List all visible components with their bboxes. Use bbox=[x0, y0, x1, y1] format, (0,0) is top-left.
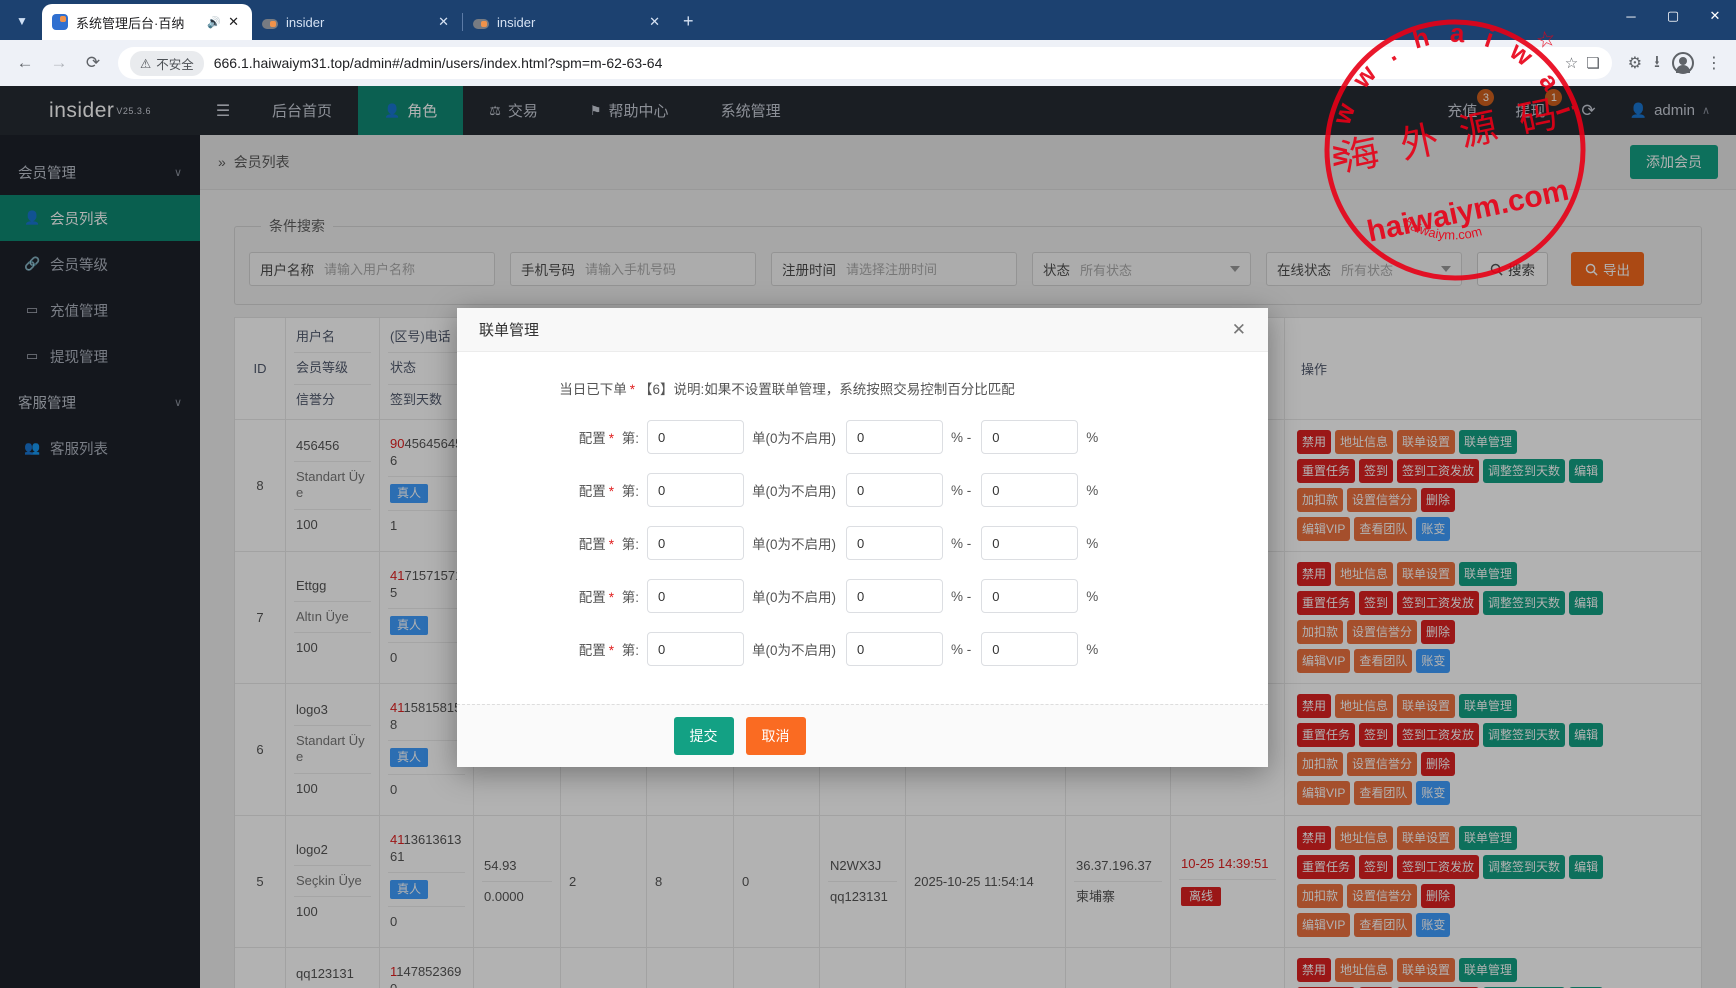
config-unit-label: 单(0为不启用) bbox=[752, 533, 836, 553]
security-chip[interactable]: ⚠ 不安全 bbox=[130, 51, 204, 76]
browser-tab[interactable]: 系统管理后台·百纳 🔊 ✕ bbox=[42, 4, 252, 40]
minimize-button[interactable]: ─ bbox=[1610, 0, 1652, 32]
back-icon[interactable]: ← bbox=[10, 48, 40, 78]
modal-note-text: 【6】说明:如果不设置联单管理，系统按照交易控制百分比匹配 bbox=[639, 378, 1015, 398]
linked-order-modal: 联单管理 ✕ 当日已下单* 【6】说明:如果不设置联单管理，系统按照交易控制百分… bbox=[457, 308, 1268, 767]
config-percent-min-input[interactable] bbox=[846, 420, 943, 454]
tab-title: insider bbox=[286, 15, 435, 30]
cancel-button[interactable]: 取消 bbox=[746, 717, 806, 755]
browser-tab[interactable]: insider ✕ bbox=[463, 4, 673, 40]
new-tab-button[interactable]: + bbox=[683, 11, 694, 32]
config-separator: % - bbox=[951, 430, 971, 445]
config-row: 配置* 第: 单(0为不启用) % - % bbox=[481, 579, 1228, 613]
tab-title: 系统管理后台·百纳 bbox=[76, 13, 203, 32]
maximize-button[interactable]: ▢ bbox=[1652, 0, 1694, 32]
browser-tab[interactable]: insider ✕ bbox=[252, 4, 462, 40]
config-separator: % - bbox=[951, 642, 971, 657]
config-label: 配置* 第: bbox=[481, 639, 639, 659]
config-row: 配置* 第: 单(0为不启用) % - % bbox=[481, 420, 1228, 454]
modal-title: 联单管理 bbox=[479, 319, 539, 340]
browser-toolbar: ← → ⟳ ⚠ 不安全 666.1.haiwaiym31.top/admin#/… bbox=[0, 40, 1736, 86]
config-separator: % - bbox=[951, 589, 971, 604]
config-percent-min-input[interactable] bbox=[846, 579, 943, 613]
config-count-input[interactable] bbox=[647, 632, 744, 666]
config-label: 配置* 第: bbox=[481, 427, 639, 447]
config-suffix: % bbox=[1086, 536, 1098, 551]
modal-close-icon[interactable]: ✕ bbox=[1232, 320, 1246, 340]
close-window-button[interactable]: ✕ bbox=[1694, 0, 1736, 32]
config-row: 配置* 第: 单(0为不启用) % - % bbox=[481, 526, 1228, 560]
config-count-input[interactable] bbox=[647, 420, 744, 454]
tab-close-icon[interactable]: ✕ bbox=[435, 14, 452, 30]
config-percent-max-input[interactable] bbox=[981, 473, 1078, 507]
config-unit-label: 单(0为不启用) bbox=[752, 586, 836, 606]
bookmark-star-icon[interactable]: ☆ bbox=[1565, 54, 1578, 72]
config-count-input[interactable] bbox=[647, 526, 744, 560]
config-suffix: % bbox=[1086, 589, 1098, 604]
config-label: 配置* 第: bbox=[481, 586, 639, 606]
submit-button[interactable]: 提交 bbox=[674, 717, 734, 755]
reload-icon[interactable]: ⟳ bbox=[78, 48, 108, 78]
tab-search-icon[interactable]: ▼ bbox=[8, 7, 36, 35]
config-label: 配置* 第: bbox=[481, 480, 639, 500]
config-percent-max-input[interactable] bbox=[981, 632, 1078, 666]
download-icon[interactable]: ⭳ bbox=[1654, 49, 1660, 78]
config-suffix: % bbox=[1086, 430, 1098, 445]
config-row: 配置* 第: 单(0为不启用) % - % bbox=[481, 632, 1228, 666]
warning-icon: ⚠ bbox=[140, 56, 151, 71]
config-unit-label: 单(0为不启用) bbox=[752, 480, 836, 500]
config-label: 配置* 第: bbox=[481, 533, 639, 553]
browser-menu-icon[interactable]: ⋮ bbox=[1706, 53, 1722, 73]
config-count-input[interactable] bbox=[647, 579, 744, 613]
side-panel-icon[interactable]: ❏ bbox=[1586, 54, 1599, 72]
config-percent-max-input[interactable] bbox=[981, 526, 1078, 560]
tab-sound-icon[interactable]: 🔊 bbox=[207, 16, 221, 29]
config-suffix: % bbox=[1086, 483, 1098, 498]
tab-close-icon[interactable]: ✕ bbox=[646, 14, 663, 30]
address-bar[interactable]: ⚠ 不安全 666.1.haiwaiym31.top/admin#/admin/… bbox=[118, 47, 1612, 79]
config-separator: % - bbox=[951, 483, 971, 498]
tab-close-icon[interactable]: ✕ bbox=[225, 14, 242, 30]
extensions-icon[interactable]: ⚙ bbox=[1628, 53, 1642, 73]
config-separator: % - bbox=[951, 536, 971, 551]
config-count-input[interactable] bbox=[647, 473, 744, 507]
config-suffix: % bbox=[1086, 642, 1098, 657]
tab-title: insider bbox=[497, 15, 646, 30]
profile-avatar[interactable] bbox=[1672, 52, 1694, 74]
forward-icon[interactable]: → bbox=[44, 48, 74, 78]
config-unit-label: 单(0为不启用) bbox=[752, 427, 836, 447]
tab-favicon bbox=[262, 19, 278, 29]
config-percent-min-input[interactable] bbox=[846, 632, 943, 666]
config-percent-min-input[interactable] bbox=[846, 473, 943, 507]
tab-favicon bbox=[473, 19, 489, 29]
config-percent-max-input[interactable] bbox=[981, 420, 1078, 454]
url-text[interactable]: 666.1.haiwaiym31.top/admin#/admin/users/… bbox=[214, 55, 1557, 71]
config-percent-max-input[interactable] bbox=[981, 579, 1078, 613]
modal-note-label: 当日已下单* bbox=[481, 378, 639, 398]
config-row: 配置* 第: 单(0为不启用) % - % bbox=[481, 473, 1228, 507]
config-percent-min-input[interactable] bbox=[846, 526, 943, 560]
browser-titlebar: ▼ 系统管理后台·百纳 🔊 ✕ insider ✕ insider ✕ + ─ … bbox=[0, 0, 1736, 40]
config-unit-label: 单(0为不启用) bbox=[752, 639, 836, 659]
tab-favicon bbox=[52, 14, 68, 30]
